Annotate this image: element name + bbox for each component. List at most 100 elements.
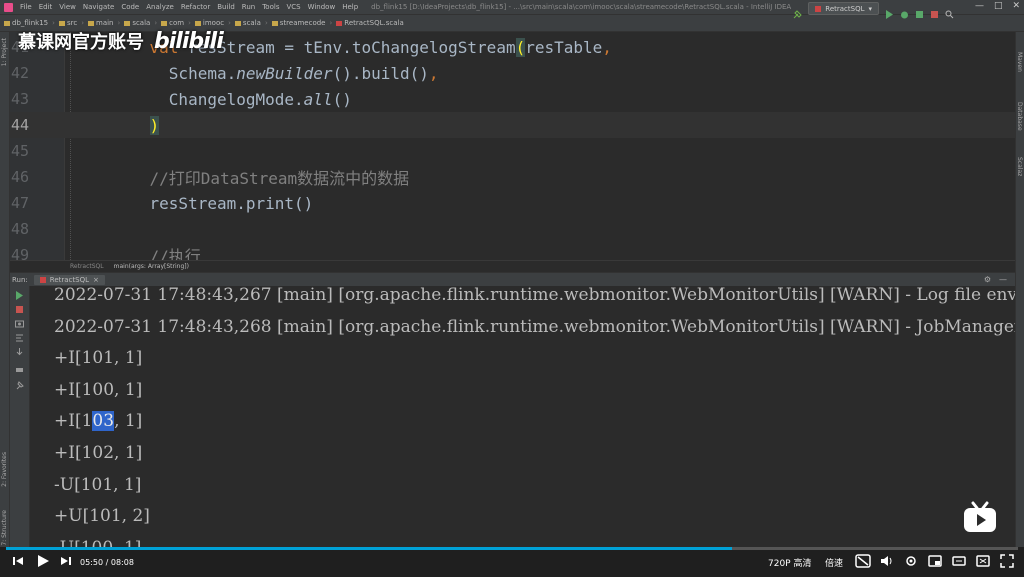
stop-icon[interactable] xyxy=(930,4,939,18)
fullscreen-icon[interactable] xyxy=(1000,551,1014,571)
play-icon[interactable] xyxy=(36,551,50,571)
favorites-tool-tab[interactable]: 2: Favorites xyxy=(1,452,8,487)
rerun-icon[interactable] xyxy=(14,290,25,301)
menu-item-help[interactable]: Help xyxy=(342,3,358,11)
run-icon[interactable] xyxy=(885,4,894,19)
gear-icon[interactable]: ⚙ xyxy=(984,275,991,284)
run-tab-retractsql[interactable]: RetractSQL × xyxy=(33,274,105,285)
code-line[interactable]: 46 //打印DataStream数据流中的数据 xyxy=(10,164,1015,190)
code-text: resStream.print() xyxy=(65,194,314,213)
run-configuration-select[interactable]: RetractSQL ▾ xyxy=(808,2,879,15)
search-icon[interactable] xyxy=(945,4,954,19)
settings-icon[interactable] xyxy=(904,551,918,571)
soft-wrap-icon[interactable] xyxy=(14,332,25,343)
nav-crumb[interactable]: imooc xyxy=(194,19,224,27)
code-text: //执行 xyxy=(65,243,201,260)
folder-icon xyxy=(234,20,241,26)
next-icon[interactable] xyxy=(60,551,72,571)
speed-selector[interactable]: 倍速 xyxy=(825,556,843,569)
console-line: +I[100, 1] xyxy=(54,379,143,400)
code-token: , xyxy=(602,37,612,57)
menu-item-view[interactable]: View xyxy=(59,3,76,11)
web-fullscreen-icon[interactable] xyxy=(976,551,990,571)
breadcrumb-method[interactable]: main(args: Array[String]) xyxy=(114,263,189,270)
picture-in-picture-icon[interactable] xyxy=(928,551,942,571)
code-line[interactable]: 42 Schema.newBuilder().build(), xyxy=(10,60,1015,86)
camera-icon[interactable] xyxy=(14,318,25,329)
stop-run-icon[interactable] xyxy=(14,304,25,315)
nav-crumb[interactable]: streamecode xyxy=(271,19,325,27)
code-text: ) xyxy=(65,115,160,135)
maximize-icon[interactable]: □ xyxy=(994,1,1003,11)
folder-icon xyxy=(4,20,10,26)
breadcrumb-object[interactable]: RetractSQL xyxy=(70,263,104,270)
code-line[interactable]: 44 ) xyxy=(10,112,1015,138)
nav-crumb[interactable]: src xyxy=(58,19,77,27)
menu-item-vcs[interactable]: VCS xyxy=(286,3,300,11)
menu-item-tools[interactable]: Tools xyxy=(262,3,279,11)
menu-item-window[interactable]: Window xyxy=(308,3,336,11)
database-tool-tab[interactable]: Database xyxy=(1016,102,1023,131)
close-icon[interactable]: ✕ xyxy=(1012,1,1020,11)
minimize-icon[interactable]: — xyxy=(975,1,984,11)
run-toolbar xyxy=(10,286,30,547)
menu-item-build[interactable]: Build xyxy=(217,3,235,11)
watermark: 慕课网官方账号 bilibili xyxy=(18,28,224,54)
menu-item-refactor[interactable]: Refactor xyxy=(181,3,210,11)
console-text: , 1] xyxy=(114,411,143,432)
maven-tool-tab[interactable]: Maven xyxy=(1016,52,1023,72)
code-line[interactable]: 48 xyxy=(10,216,1015,242)
code-line[interactable]: 43 ChangelogMode.all() xyxy=(10,86,1015,112)
bilibili-tv-icon[interactable] xyxy=(962,498,998,534)
left-tool-strip: 1: Project 2: Favorites 7: Structure xyxy=(0,32,10,547)
nav-crumb[interactable]: com xyxy=(161,19,184,27)
nav-crumb[interactable]: scala xyxy=(124,19,150,27)
danmaku-toggle-icon[interactable] xyxy=(855,551,871,571)
code-line[interactable]: 47 resStream.print() xyxy=(10,190,1015,216)
menu-item-navigate[interactable]: Navigate xyxy=(83,3,114,11)
scala-file-icon xyxy=(39,276,46,283)
folder-icon xyxy=(194,20,201,26)
project-tool-tab[interactable]: 1: Project xyxy=(1,38,8,66)
chevron-right-icon: › xyxy=(81,19,84,27)
progress-bar[interactable] xyxy=(6,547,1018,550)
scroll-to-end-icon[interactable] xyxy=(14,346,25,357)
intellij-logo-icon xyxy=(4,2,13,12)
quality-selector[interactable]: 720P 高清 xyxy=(768,556,811,569)
code-token: resStream = tEnv.toChangelogStream xyxy=(188,37,516,57)
structure-tool-tab[interactable]: 7: Structure xyxy=(1,510,8,546)
code-line[interactable]: 49 //执行 xyxy=(10,242,1015,260)
menu-item-code[interactable]: Code xyxy=(121,3,139,11)
run-panel-header: Run: RetractSQL × ⚙ — xyxy=(10,272,1015,286)
nav-crumb[interactable]: scala xyxy=(234,19,261,27)
print-icon[interactable] xyxy=(14,364,25,375)
debug-icon[interactable] xyxy=(900,4,909,19)
pin-icon[interactable] xyxy=(14,380,25,391)
run-widget: RetractSQL ▾ xyxy=(793,2,954,19)
console-text: +I[1 xyxy=(54,411,93,432)
coverage-icon[interactable] xyxy=(915,4,924,18)
menu-item-analyze[interactable]: Analyze xyxy=(146,3,174,11)
console-line: +I[1 03, 1] xyxy=(54,408,142,434)
chevron-down-icon: ▾ xyxy=(868,4,872,13)
console-output[interactable]: 2022-07-31 17:48:43,267 [main] [org.apac… xyxy=(30,286,1015,547)
menu-item-edit[interactable]: Edit xyxy=(39,3,53,11)
menu-item-run[interactable]: Run xyxy=(242,3,255,11)
nav-crumb[interactable]: db_flink15 xyxy=(4,19,48,27)
hammer-icon[interactable] xyxy=(793,4,802,19)
close-tab-icon[interactable]: × xyxy=(93,276,99,284)
folder-icon xyxy=(271,20,278,26)
code-token: newBuilder xyxy=(236,63,333,83)
widescreen-icon[interactable] xyxy=(952,551,966,571)
hide-panel-icon[interactable]: — xyxy=(999,275,1007,284)
video-player-controls: 05:50 / 08:08 720P 高清 倍速 xyxy=(0,547,1024,577)
previous-icon[interactable] xyxy=(12,551,24,571)
nav-crumb[interactable]: main xyxy=(88,19,114,27)
volume-icon[interactable] xyxy=(880,551,894,571)
nav-crumb[interactable]: RetractSQL.scala xyxy=(336,19,404,27)
line-number: 49 xyxy=(10,246,29,260)
scalaz-tool-tab[interactable]: Scalaz xyxy=(1016,157,1023,176)
menu-item-file[interactable]: File xyxy=(20,3,32,11)
code-editor[interactable]: 41 val resStream = tEnv.toChangelogStrea… xyxy=(10,32,1015,260)
code-line[interactable]: 45 xyxy=(10,138,1015,164)
